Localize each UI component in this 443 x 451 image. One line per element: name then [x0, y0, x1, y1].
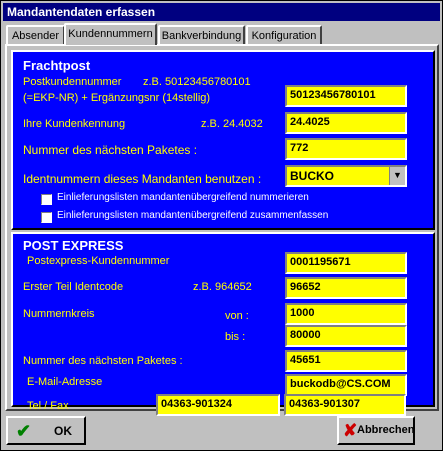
checkmark-icon: ✔ [16, 421, 32, 441]
tab-panel: Frachtpost Postkundennummer z.B. 5012345… [5, 44, 439, 412]
cancel-label: Abbrechen [357, 424, 415, 436]
checkbox-zusammenfassen[interactable] [41, 212, 52, 223]
naechstes-paket-field[interactable]: 772 [285, 138, 407, 160]
chevron-down-icon[interactable]: ▼ [389, 167, 405, 185]
bis-label: bis : [225, 331, 246, 343]
dialog-window: Mandantendaten erfassen Absender Kundenn… [0, 0, 443, 451]
postexpress-naechstes-paket-label: Nummer des nächsten Paketes : [23, 355, 183, 367]
email-field[interactable]: buckodb@CS.COM [285, 374, 407, 396]
ok-button[interactable]: ✔ OK [6, 416, 86, 445]
tab-bankverbindung[interactable]: Bankverbindung [158, 25, 245, 44]
frachtpost-section: Frachtpost Postkundennummer z.B. 5012345… [11, 50, 435, 230]
checkbox-zusammenfassen-label: Einlieferungslisten mandantenübergreifen… [57, 210, 329, 221]
kundenkennung-label: Ihre Kundenkennung [23, 118, 126, 130]
frachtpost-heading: Frachtpost [23, 58, 91, 73]
postkunden-example: z.B. 50123456780101 [143, 76, 251, 88]
postkundennummer-field[interactable]: 50123456780101 [285, 85, 407, 107]
window-title: Mandantendaten erfassen [3, 3, 440, 21]
postkunden-label-2: (=EKP-NR) + Ergänzungsnr (14stellig) [23, 92, 211, 104]
kundenkennung-example: z.B. 24.4032 [201, 118, 263, 130]
postexpress-kundennummer-field[interactable]: 0001195671 [285, 252, 407, 274]
identnummern-label: Identnummern dieses Mandanten benutzen : [23, 172, 262, 186]
fax-field[interactable]: 04363-901307 [284, 394, 406, 416]
ok-label: OK [54, 424, 72, 438]
postexpress-naechstes-paket-field[interactable]: 45651 [285, 350, 407, 372]
identnummern-value: BUCKO [290, 169, 334, 183]
postexpress-heading: POST EXPRESS [23, 238, 124, 253]
cross-icon: ✘ [343, 421, 358, 440]
tel-field[interactable]: 04363-901324 [156, 394, 280, 416]
email-label: E-Mail-Adresse [27, 376, 103, 388]
postkunden-label: Postkundennummer [23, 76, 122, 88]
tab-absender[interactable]: Absender [6, 25, 65, 44]
postexpress-section: POST EXPRESS Postexpress-Kundennummer 00… [11, 232, 435, 407]
checkbox-nummerieren[interactable] [41, 194, 52, 205]
bis-field[interactable]: 80000 [285, 325, 407, 347]
checkbox-nummerieren-label: Einlieferungslisten mandantenübergreifen… [57, 192, 309, 203]
tab-kundennummern[interactable]: Kundennummern [64, 23, 157, 45]
postexpress-kundennummer-label: Postexpress-Kundennummer [27, 255, 170, 267]
identnummern-select[interactable]: BUCKO ▼ [285, 165, 407, 187]
identcode-field[interactable]: 96652 [285, 277, 407, 299]
identcode-label: Erster Teil Identcode [23, 281, 124, 293]
kundenkennung-field[interactable]: 24.4025 [285, 112, 407, 134]
cancel-button[interactable]: ✘ Abbrechen [337, 416, 415, 445]
telfax-label: Tel / Fax [27, 400, 69, 412]
von-label: von : [225, 310, 249, 322]
nummernkreis-label: Nummernkreis [23, 308, 95, 320]
identcode-example: z.B. 964652 [193, 281, 252, 293]
von-field[interactable]: 1000 [285, 303, 407, 325]
naechstes-paket-label: Nummer des nächsten Paketes : [23, 143, 198, 157]
tab-konfiguration[interactable]: Konfiguration [246, 25, 322, 44]
